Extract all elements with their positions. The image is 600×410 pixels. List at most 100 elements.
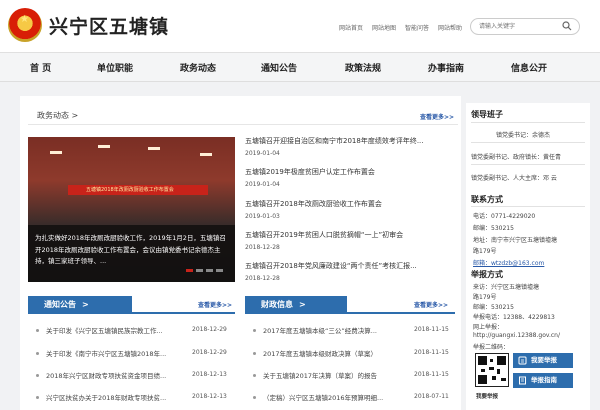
finance-tab-arrow: > <box>299 300 306 309</box>
leader-entry[interactable]: 镇党委副书记、人大主席：邓 云 <box>471 173 557 182</box>
report-guide-button-label: 举报指南 <box>531 376 557 384</box>
notice-more-link[interactable]: 查看更多>> <box>198 300 232 309</box>
news-more-link[interactable]: 查看更多>> <box>420 112 454 121</box>
contact-phone: 电话：0771-4229020 <box>473 213 536 220</box>
ceiling-light <box>148 147 160 150</box>
report-qr-label: 举报二维码： <box>473 344 510 351</box>
slider-dot[interactable] <box>206 269 213 272</box>
news-slider[interactable]: 五塘镇2018年改厕改厨验收工作布置会 为扎实做好2018年改厕改厨验收工作，2… <box>28 137 235 282</box>
ceiling-light <box>200 153 212 156</box>
ceiling-light <box>50 151 62 154</box>
contact-address-line2: 路179号 <box>473 248 497 255</box>
side-divider <box>471 206 585 207</box>
finance-item-date: 2018-07-11 <box>414 393 449 400</box>
nav-news[interactable]: 政务动态 <box>180 61 216 74</box>
news-item-title[interactable]: 五塘镇召开2018年改厕改厨验收工作布置会 <box>245 199 382 209</box>
report-online-label: 网上举报： <box>473 324 504 331</box>
qr-finder <box>478 375 487 384</box>
top-links: 网站首页 网站地图 智能问答 网站帮助 <box>339 23 462 32</box>
report-postcode: 邮编：530215 <box>473 304 514 311</box>
slider-dots <box>186 269 223 272</box>
qr-finder <box>478 356 487 365</box>
news-item-date: 2019-01-04 <box>245 181 280 188</box>
side-divider <box>471 164 585 165</box>
finance-tab[interactable]: 财政信息 > <box>245 296 347 313</box>
contact-address: 地址：南宁市兴宁区五塘镇墟塘 <box>473 237 558 244</box>
qr-module <box>481 369 485 372</box>
news-item-title[interactable]: 五塘镇召开2018年党风廉政建设“两个责任”考核汇报... <box>245 261 417 271</box>
notice-item-date: 2018-12-29 <box>192 326 227 333</box>
leader-entry[interactable]: 镇党委副书记、政府镇长：黄任青 <box>471 152 561 161</box>
report-online-url[interactable]: http://guangxi.12388.gov.cn/ <box>473 332 560 339</box>
contact-email[interactable]: 邮箱：wtzdzb@163.com <box>473 258 544 267</box>
news-item-date: 2018-12-28 <box>245 275 280 282</box>
ceiling-light <box>98 145 110 148</box>
site-title[interactable]: 兴宁区五塘镇 <box>49 12 169 39</box>
finance-more-link[interactable]: 查看更多>> <box>414 300 448 309</box>
nav-home[interactable]: 首 页 <box>30 61 51 74</box>
slider-caption-overlay: 为扎实做好2018年改厕改厨验收工作，2019年1月2日，五塘镇召开2018年改… <box>28 225 235 282</box>
news-item-title[interactable]: 五塘镇2019年极度贫困户认定工作布置会 <box>245 167 375 177</box>
slider-dot[interactable] <box>216 269 223 272</box>
nav-policies[interactable]: 政策法规 <box>345 61 381 74</box>
top-link-sitemap[interactable]: 网站地图 <box>372 23 396 32</box>
list-bullet <box>253 396 256 399</box>
notice-item-date: 2018-12-13 <box>192 371 227 378</box>
leaders-title[interactable]: 领导班子 <box>471 109 503 120</box>
finance-item-date: 2018-11-15 <box>414 326 449 333</box>
search-icon[interactable] <box>562 21 572 31</box>
leader-entry[interactable]: 镇党委书记：余德杰 <box>496 130 550 139</box>
finance-item-title[interactable]: （定稿）兴宁区五塘镇2016年预算明细... <box>263 392 383 402</box>
notice-item-title[interactable]: 2018年兴宁区财政专项扶贫资金项目绩... <box>46 370 166 380</box>
qr-caption: 我要举报 <box>476 394 499 400</box>
news-item-date: 2018-12-28 <box>245 244 280 251</box>
report-visit-line2: 路179号 <box>473 294 497 301</box>
contact-title: 联系方式 <box>471 195 503 204</box>
notice-item-date: 2018-12-29 <box>192 349 227 356</box>
side-divider <box>471 122 585 123</box>
qr-module <box>490 359 493 362</box>
notice-item-title[interactable]: 关于印发《南宁市兴宁区五塘镇2018年... <box>46 348 166 358</box>
qr-module <box>489 367 494 370</box>
report-visit: 来访：兴宁区五塘镇墟塘 <box>473 284 540 291</box>
finance-item-title[interactable]: 2017年度五塘镇本级财政决算（草案） <box>263 348 377 358</box>
top-link-help[interactable]: 网站帮助 <box>438 23 462 32</box>
finance-item-title[interactable]: 关于五塘镇2017年决算（草案）的报告 <box>263 370 377 380</box>
notice-item-date: 2018-12-13 <box>192 393 227 400</box>
top-link-home[interactable]: 网站首页 <box>339 23 363 32</box>
notice-item-title[interactable]: 关于印发《兴宁区五塘镇民族宗教工作... <box>46 325 163 335</box>
nav-open-info[interactable]: 信息公开 <box>511 61 547 74</box>
news-item-date: 2019-01-03 <box>245 213 280 220</box>
slider-caption[interactable]: 为扎实做好2018年改厕改厨验收工作，2019年1月2日，五塘镇召开2018年改… <box>35 233 230 268</box>
contact-postcode: 邮编：530215 <box>473 225 514 232</box>
qr-module <box>497 369 500 374</box>
news-item-title[interactable]: 五塘镇召开2019年贫困人口脱贫摘帽“一上”初审会 <box>245 230 403 240</box>
report-button[interactable]: 我要举报 <box>513 353 573 368</box>
qr-module <box>492 376 496 380</box>
slider-dot[interactable] <box>196 269 203 272</box>
finance-item-date: 2018-11-15 <box>414 349 449 356</box>
qr-finder <box>497 356 506 365</box>
slider-dot[interactable] <box>186 269 193 272</box>
nav-notices[interactable]: 通知公告 <box>261 61 297 74</box>
report-guide-button[interactable]: 举报指南 <box>513 373 573 388</box>
news-section-title[interactable]: 政务动态 > <box>37 110 78 121</box>
report-qr-code <box>475 353 509 387</box>
side-divider <box>471 142 585 143</box>
list-bullet <box>253 374 256 377</box>
nav-guide[interactable]: 办事指南 <box>428 61 464 74</box>
notice-item-title[interactable]: 兴宁区扶贫办关于2018年财政专项扶贫... <box>46 392 166 402</box>
finance-tab-underline <box>245 312 455 314</box>
nav-functions[interactable]: 单位职能 <box>97 61 133 74</box>
notice-tab[interactable]: 通知公告 > <box>28 296 132 313</box>
guide-icon <box>519 376 526 385</box>
report-phone: 举报电话：12388、4229813 <box>473 314 555 321</box>
news-item-title[interactable]: 五塘镇召开迎接自治区和南宁市2018年度绩效考评年终... <box>245 136 424 146</box>
list-bullet <box>36 374 39 377</box>
notice-tab-label: 通知公告 <box>44 300 76 309</box>
emblem-star-icon: ★ <box>20 14 29 25</box>
notice-tab-underline <box>28 312 235 314</box>
meeting-banner-text: 五塘镇2018年改厕改厨验收工作布置会 <box>86 187 174 193</box>
top-link-qa[interactable]: 智能问答 <box>405 23 429 32</box>
finance-item-title[interactable]: 2017年度五塘镇本级“三公”经费决算... <box>263 325 377 335</box>
